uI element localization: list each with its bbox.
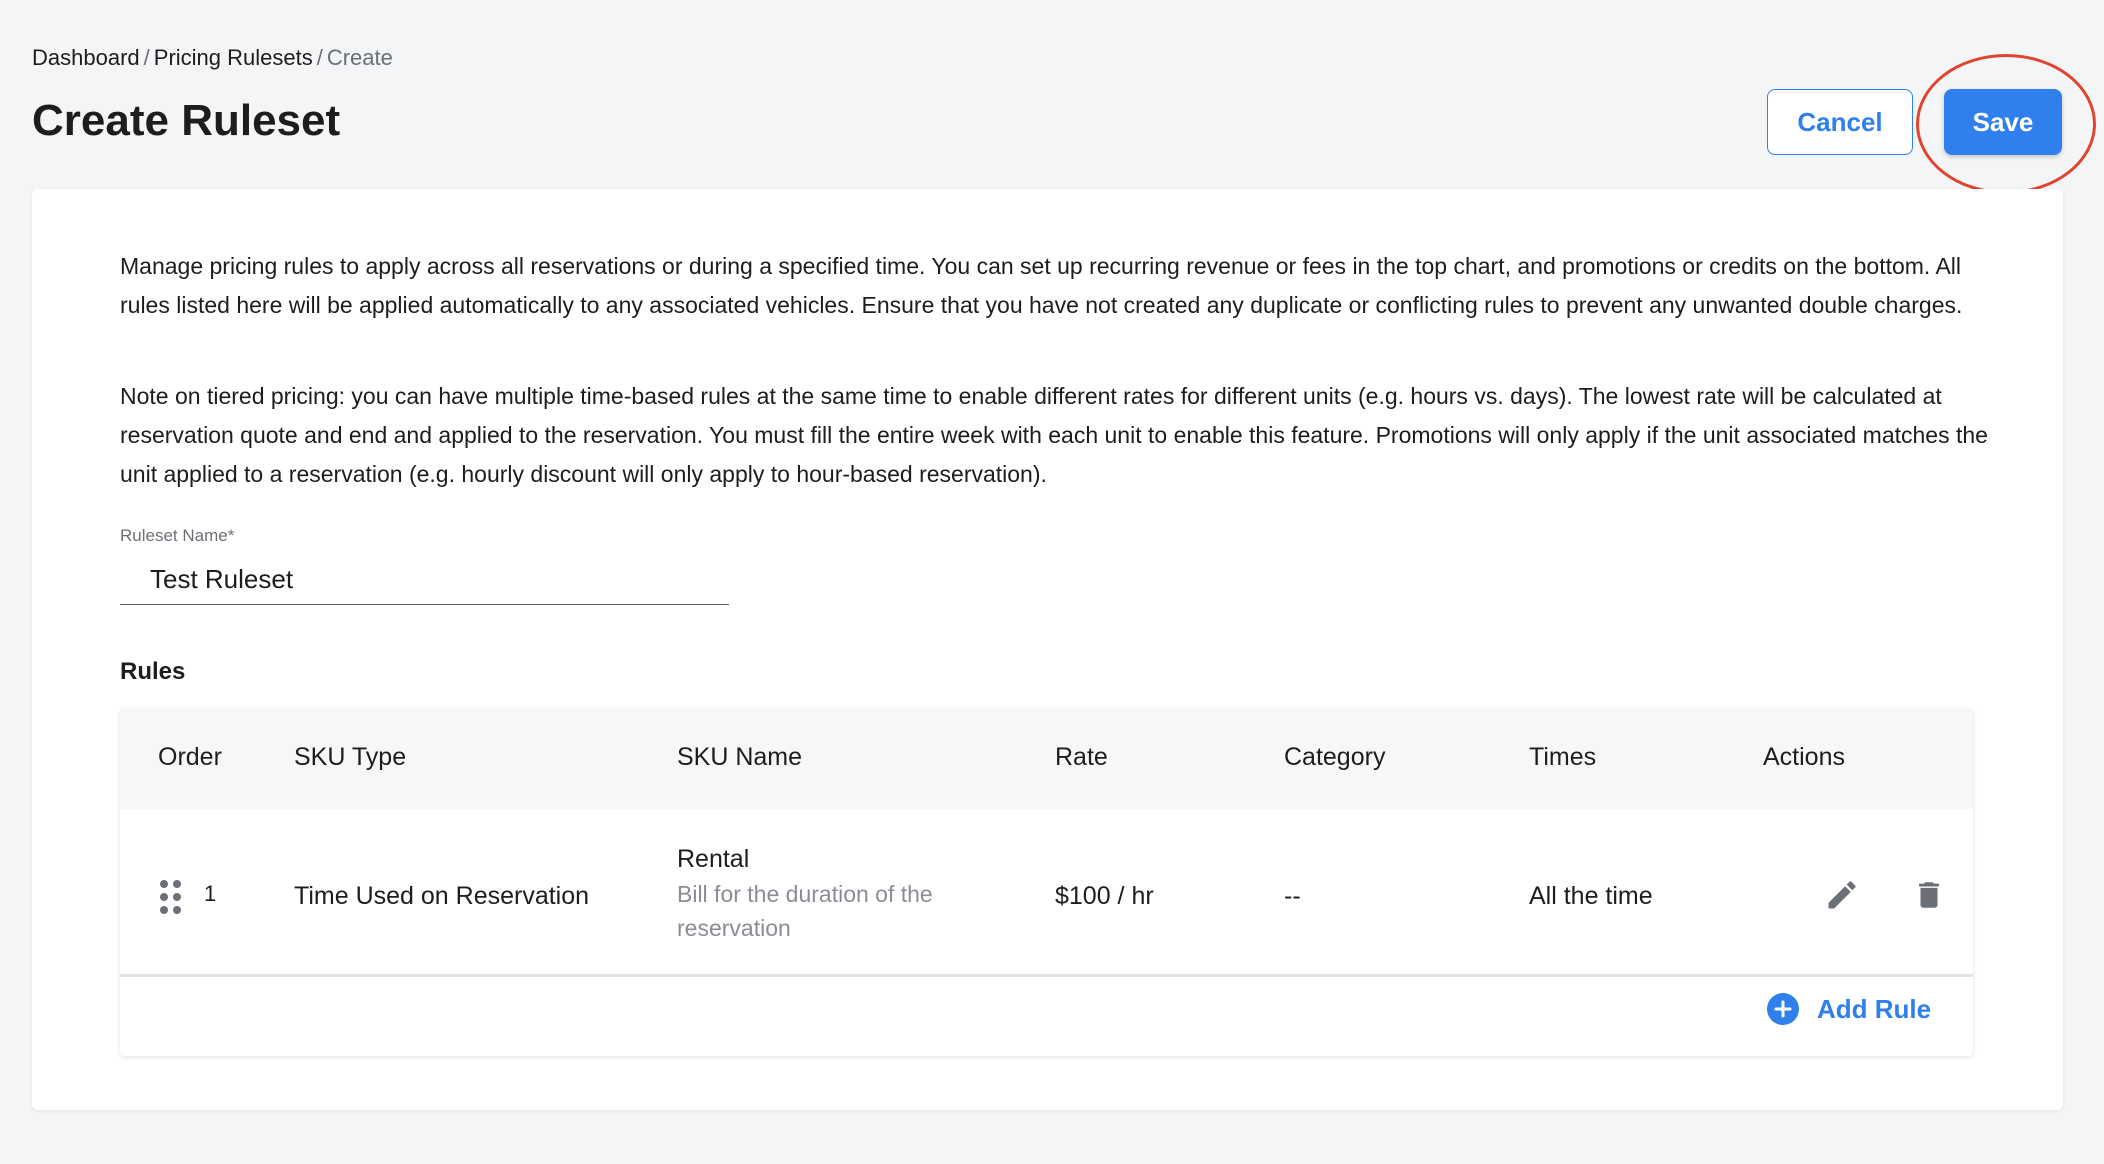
column-header-times: Times <box>1529 743 1597 771</box>
rule-rate: $100 / hr <box>1055 882 1154 910</box>
column-header-category: Category <box>1284 743 1386 771</box>
add-rule-label: Add Rule <box>1817 993 1932 1024</box>
rules-table: Order SKU Type SKU Name Rate Category Ti… <box>120 709 1973 1056</box>
tiered-pricing-note: Note on tiered pricing: you can have mul… <box>120 383 1988 487</box>
column-header-sku-name: SKU Name <box>677 743 803 771</box>
breadcrumb-create: Create <box>326 45 393 70</box>
ruleset-card: Manage pricing rules to apply across all… <box>32 189 2063 1110</box>
pencil-icon[interactable] <box>1820 873 1864 917</box>
breadcrumb-separator: / <box>143 45 150 70</box>
rule-category: -- <box>1284 882 1301 910</box>
column-header-order: Order <box>158 743 222 771</box>
save-button[interactable]: Save <box>1944 89 2062 155</box>
drag-handle-icon[interactable] <box>160 880 182 914</box>
rule-order: 1 <box>204 881 217 906</box>
breadcrumb-separator: / <box>316 45 323 70</box>
table-row: 1 Time Used on Reservation Rental Bill f… <box>120 809 1973 977</box>
breadcrumb-dashboard[interactable]: Dashboard <box>32 45 140 71</box>
rule-sku-type: Time Used on Reservation <box>294 882 590 910</box>
rules-section-title: Rules <box>120 658 186 685</box>
rule-times: All the time <box>1529 882 1653 910</box>
breadcrumb: Dashboard / Pricing Rulesets / Create <box>32 45 393 71</box>
table-header: Order SKU Type SKU Name Rate Category Ti… <box>120 709 1973 809</box>
ruleset-name-input[interactable] <box>120 555 729 605</box>
page-title: Create Ruleset <box>32 96 341 145</box>
column-header-actions: Actions <box>1763 743 1845 771</box>
rule-sku-description: Bill for the duration of the reservation <box>677 881 933 941</box>
add-rule-button[interactable]: Add Rule <box>1767 993 1931 1025</box>
ruleset-name-label: Ruleset Name* <box>120 526 235 545</box>
page: Dashboard / Pricing Rulesets / Create Cr… <box>0 0 2104 1164</box>
column-header-rate: Rate <box>1055 743 1108 771</box>
breadcrumb-pricing-rulesets[interactable]: Pricing Rulesets <box>154 45 313 71</box>
trash-icon[interactable] <box>1907 873 1951 917</box>
cancel-button[interactable]: Cancel <box>1767 89 1913 155</box>
plus-circle-icon <box>1767 993 1799 1025</box>
description-paragraph: Manage pricing rules to apply across all… <box>120 253 1963 318</box>
rule-sku-name: Rental <box>677 845 750 873</box>
column-header-sku-type: SKU Type <box>294 743 407 771</box>
